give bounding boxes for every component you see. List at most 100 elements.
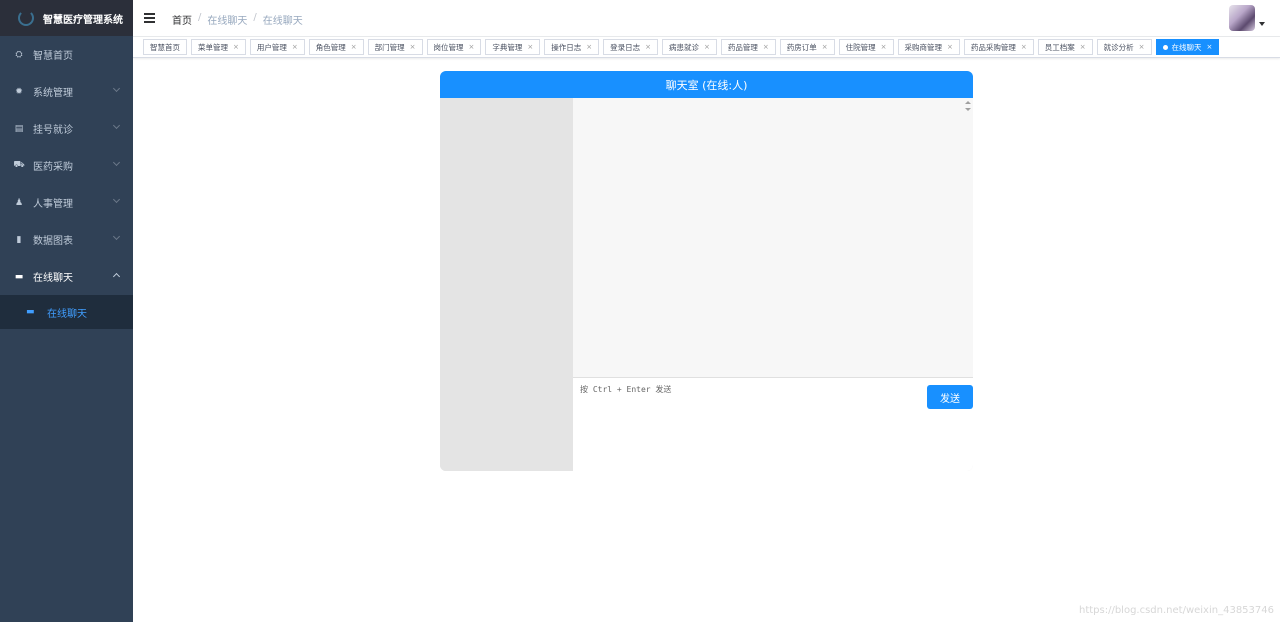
tag-13[interactable]: 采购商管理 ×: [897, 39, 960, 55]
tag-label: 菜单管理: [198, 42, 228, 52]
sidebar-item-3[interactable]: ⛟ 医药采购: [0, 147, 133, 184]
tag-1[interactable]: 菜单管理 ×: [191, 39, 246, 55]
active-dot-icon: [1162, 44, 1168, 50]
dashboard-icon: ⛭: [15, 49, 23, 60]
tag-label: 角色管理: [315, 42, 346, 52]
people-icon: ♟: [14, 197, 24, 208]
tag-label: 就诊分析: [1103, 42, 1134, 52]
close-icon[interactable]: ×: [881, 43, 887, 51]
sidebar-subitem-label: 在线聊天: [47, 308, 87, 320]
user-avatar[interactable]: [1229, 5, 1255, 31]
tag-label: 在线聊天: [1171, 42, 1202, 52]
hamburger-menu-icon[interactable]: [144, 13, 155, 23]
chevron-icon: [112, 272, 121, 281]
tags-view: 智慧首页 菜单管理 × 用户管理 × 角色管理 × 部门管理 × 岗位管理 × 字典管理 × 操作日志 × 登…: [133, 37, 1280, 58]
tag-label: 住院管理: [845, 42, 876, 52]
close-icon[interactable]: ×: [947, 43, 953, 51]
sidebar-item-0[interactable]: ⛭ 智慧首页: [0, 36, 133, 73]
watermark: https://blog.csdn.net/weixin_43853746: [1078, 605, 1274, 616]
close-icon[interactable]: ×: [1139, 43, 1145, 51]
tag-label: 登录日志: [610, 42, 641, 52]
close-icon[interactable]: ×: [645, 43, 651, 51]
chevron-icon: [112, 158, 121, 167]
close-icon[interactable]: ×: [469, 43, 475, 51]
breadcrumb-item: 在线聊天: [207, 16, 248, 27]
tag-0[interactable]: 智慧首页: [143, 39, 187, 55]
close-icon[interactable]: ×: [1207, 43, 1213, 51]
tag-5[interactable]: 岗位管理 ×: [426, 39, 482, 55]
sidebar-item-label: 挂号就诊: [33, 125, 73, 136]
close-icon[interactable]: ×: [410, 43, 416, 51]
sidebar-item-2[interactable]: ▤ 挂号就诊: [0, 110, 133, 147]
tag-label: 采购商管理: [904, 42, 943, 52]
gear-icon: ✹: [15, 86, 23, 97]
sidebar-logo[interactable]: 智慧医疗管理系统: [0, 0, 133, 36]
sidebar-item-label: 数据图表: [33, 236, 73, 247]
tag-label: 药房订单: [786, 42, 817, 52]
tag-label: 员工档案: [1044, 42, 1075, 52]
chat-title: 聊天室 (在线:人): [440, 71, 973, 98]
app-title: 智慧医疗管理系统: [43, 14, 123, 26]
tag-label: 智慧首页: [150, 42, 180, 52]
sidebar-item-1[interactable]: ✹ 系统管理: [0, 73, 133, 110]
close-icon[interactable]: ×: [1021, 43, 1027, 51]
tag-14[interactable]: 药品采购管理 ×: [963, 39, 1034, 55]
sidebar-item-6[interactable]: ▬ 在线聊天: [0, 258, 133, 295]
close-icon[interactable]: ×: [704, 43, 710, 51]
close-icon[interactable]: ×: [822, 43, 828, 51]
breadcrumb: 首页 / 在线聊天 / 在线聊天: [172, 12, 303, 27]
close-icon[interactable]: ×: [586, 43, 592, 51]
message-list: [573, 98, 973, 378]
close-icon[interactable]: ×: [1080, 43, 1086, 51]
sidebar-subitem-chat[interactable]: ▬ 在线聊天: [0, 295, 133, 329]
tag-10[interactable]: 药品管理 ×: [720, 39, 776, 55]
scroll-down-icon[interactable]: [964, 108, 971, 111]
sidebar-item-4[interactable]: ♟ 人事管理: [0, 184, 133, 221]
tag-4[interactable]: 部门管理 ×: [367, 39, 423, 55]
caret-down-icon[interactable]: [1259, 22, 1265, 26]
message-input[interactable]: [573, 378, 913, 471]
chat-icon: ▬: [26, 307, 35, 317]
message-composer: 发送: [573, 378, 973, 471]
tag-2[interactable]: 用户管理 ×: [249, 39, 305, 55]
tag-label: 病患就诊: [669, 42, 699, 52]
tag-9[interactable]: 病患就诊 ×: [662, 39, 717, 55]
online-user-list: [440, 98, 573, 471]
bar-chart-icon: ▮: [16, 234, 22, 245]
close-icon[interactable]: ×: [351, 43, 357, 51]
tag-8[interactable]: 登录日志 ×: [603, 39, 658, 55]
tag-15[interactable]: 员工档案 ×: [1037, 39, 1093, 55]
tag-11[interactable]: 药房订单 ×: [779, 39, 835, 55]
sidebar-item-5[interactable]: ▮ 数据图表: [0, 221, 133, 258]
tag-label: 操作日志: [551, 42, 582, 52]
tag-label: 岗位管理: [433, 42, 464, 52]
sidebar-item-label: 在线聊天: [33, 273, 73, 284]
close-icon[interactable]: ×: [763, 43, 769, 51]
tag-label: 药品管理: [727, 42, 758, 52]
breadcrumb-separator: /: [198, 12, 202, 23]
send-button[interactable]: 发送: [927, 385, 973, 409]
close-icon[interactable]: ×: [292, 43, 298, 51]
tag-7[interactable]: 操作日志 ×: [544, 39, 600, 55]
chevron-icon: [112, 232, 121, 241]
tag-3[interactable]: 角色管理 ×: [308, 39, 364, 55]
cart-icon: ⛟: [13, 160, 25, 170]
scroll-up-icon[interactable]: [964, 101, 971, 104]
close-icon[interactable]: ×: [233, 43, 239, 51]
tag-label: 药品采购管理: [970, 42, 1016, 52]
tag-label: 字典管理: [492, 42, 523, 52]
logo-icon: [18, 10, 34, 26]
sidebar-item-label: 人事管理: [33, 199, 73, 210]
tag-16[interactable]: 就诊分析 ×: [1096, 39, 1152, 55]
tag-12[interactable]: 住院管理 ×: [838, 39, 894, 55]
sidebar: 智慧医疗管理系统 ⛭ 智慧首页 ✹ 系统管理 ▤ 挂号就诊 ⛟ 医药采购 ♟ 人事管理 ▮ 数据图表 ▬…: [0, 0, 133, 622]
breadcrumb-home[interactable]: 首页: [172, 12, 192, 27]
tag-6[interactable]: 字典管理 ×: [485, 39, 541, 55]
tag-17[interactable]: 在线聊天 ×: [1155, 39, 1220, 55]
sidebar-menu: ⛭ 智慧首页 ✹ 系统管理 ▤ 挂号就诊 ⛟ 医药采购 ♟ 人事管理 ▮ 数据图表 ▬ 在线聊天 ▬ 在线聊天: [0, 36, 133, 329]
document-icon: ▤: [14, 123, 24, 134]
scrollbar[interactable]: [962, 98, 973, 118]
chat-room: 聊天室 (在线:人) 发送: [440, 71, 973, 471]
tag-label: 用户管理: [256, 42, 287, 52]
close-icon[interactable]: ×: [527, 43, 533, 51]
